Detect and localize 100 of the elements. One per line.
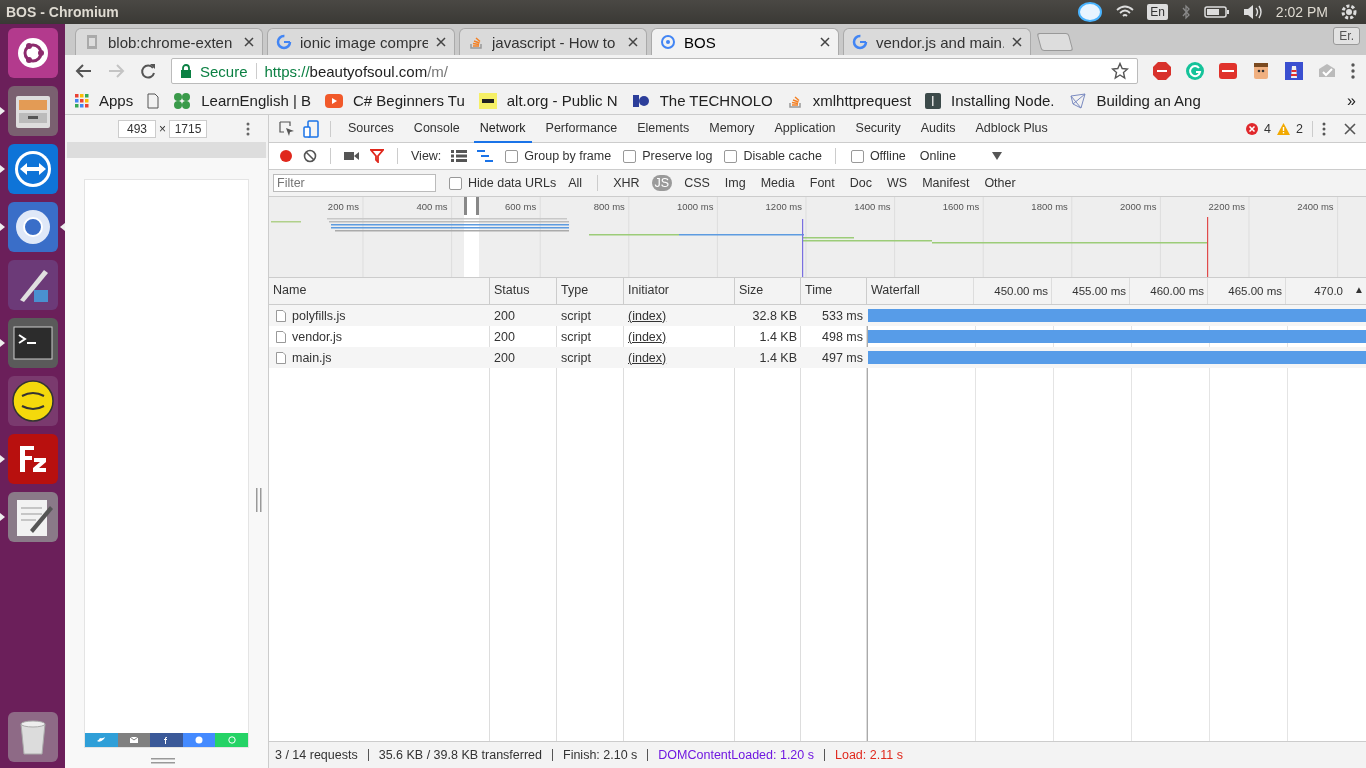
checkbox-square[interactable] [449,176,462,190]
column-header[interactable]: Status [490,278,557,304]
waterfall-view-icon[interactable] [477,150,494,162]
checkbox-label[interactable]: Hide data URLs [468,176,557,190]
filter-field[interactable]: Filter [273,174,436,192]
browser-tab[interactable]: BOS [651,28,839,55]
bookmark[interactable]: Building an Ang [1068,91,1201,110]
browser-tab[interactable]: javascript - How to [459,28,647,55]
browser-tab[interactable]: vendor.js and main. [843,28,1031,55]
resource-type-filter[interactable]: Other [981,175,1019,191]
dropdown-arrow-icon[interactable] [991,152,1002,160]
resource-type-filter[interactable]: Media [757,175,798,191]
warning-count[interactable]: 2 [1296,121,1303,136]
checkbox-square[interactable] [623,149,637,163]
devtools-tab[interactable]: Elements [631,114,696,143]
initiator-link[interactable]: (index) [628,329,667,344]
devtools-tab[interactable]: Memory [703,114,761,143]
share-button[interactable] [182,733,216,747]
resource-type-filter[interactable]: Img [721,175,749,191]
record-button-icon[interactable] [279,149,293,163]
device-toggle-icon[interactable] [303,119,319,138]
file-name[interactable]: polyfills.js [292,308,346,323]
devtools-tab[interactable]: Application [768,114,842,143]
resource-type-filter[interactable]: All [565,175,586,191]
devtools-tab[interactable]: Sources [342,114,400,143]
error-icon[interactable] [1246,122,1259,135]
launcher-item[interactable] [0,202,65,252]
initiator-link[interactable]: (index) [628,350,667,365]
bookmark[interactable]: Installing Node. [925,92,1055,109]
checkbox-label[interactable]: Disable cache [743,149,822,163]
filter-icon[interactable] [370,149,384,163]
column-header[interactable]: Initiator [624,278,735,304]
more-bookmarks-button[interactable]: » [1347,91,1356,110]
checkbox[interactable]: Offline [850,149,906,163]
share-button[interactable] [117,733,151,747]
close-icon[interactable] [1344,122,1356,135]
bookmark[interactable] [147,92,160,109]
bookmark[interactable]: C# Beginners Tu [325,92,465,109]
face-icon[interactable] [1251,61,1271,81]
clock[interactable]: 2:02 PM [1275,4,1328,20]
checkbox-square[interactable] [505,149,519,163]
more-options-icon[interactable] [1322,121,1326,136]
reload-icon[interactable] [139,62,157,80]
checkbox-label[interactable]: Preserve log [642,149,713,163]
star-icon[interactable] [1111,62,1129,80]
column-header[interactable]: Waterfall [867,278,974,304]
share-button[interactable] [150,733,183,747]
checkbox-square[interactable] [850,149,864,163]
close-icon[interactable] [244,37,254,47]
bookmark[interactable]: xmlhttprequest [786,92,912,109]
table-cell[interactable]: polyfills.js [269,308,490,323]
menu-icon[interactable] [1350,62,1356,80]
power-icon[interactable] [1340,3,1358,21]
file-name[interactable]: vendor.js [292,329,343,344]
devtools-tab[interactable]: Performance [539,114,624,143]
column-header[interactable]: Name [269,278,490,304]
battery-icon[interactable] [1203,5,1230,19]
resource-type-filter[interactable]: Manifest [919,175,973,191]
close-icon[interactable] [436,37,446,47]
column-header[interactable]: Size [735,278,801,304]
close-icon[interactable] [820,37,830,47]
devtools-tab[interactable]: Adblock Plus [969,114,1054,143]
cloud-icon[interactable] [1077,2,1104,22]
list-view-icon[interactable] [451,150,468,162]
table-cell[interactable]: main.js [269,350,490,365]
devtools-tab[interactable]: Audits [914,114,962,143]
cors-extension-icon[interactable] [1218,61,1238,81]
lighthouse-icon[interactable] [1284,61,1304,81]
width-field[interactable]: 493 [118,119,156,138]
bookmark[interactable]: alt.org - Public N [478,92,618,109]
checkbox[interactable]: Hide data URLs [449,176,557,190]
volume-icon[interactable] [1241,4,1264,20]
column-header[interactable]: Time [801,278,867,304]
resource-type-filter[interactable]: XHR [610,175,643,191]
video-camera-icon[interactable] [344,150,360,162]
resource-type-filter[interactable]: Doc [846,175,875,191]
close-icon[interactable] [628,37,638,47]
checkbox-square[interactable] [724,149,738,163]
resize-handle-icon[interactable] [151,758,175,764]
sort-indicator[interactable]: ▲ [1354,284,1364,295]
close-icon[interactable] [1012,37,1022,47]
timeline-overview[interactable]: 200 ms 400 ms 600 ms 800 ms 1000 ms 1200 ms 1400 ms 1600 ms 1800 ms 2000 ms 2200 ms 2400 ms [269,197,1366,278]
browser-tab[interactable]: blob:chrome-exten [75,28,263,55]
bookmark[interactable]: LearnEnglish | B [173,91,311,110]
devtools-tab[interactable]: Console [407,114,466,143]
height-field[interactable]: 1715 [169,119,207,138]
resource-type-filter[interactable]: CSS [681,175,713,191]
grammar-check-icon[interactable] [1185,61,1205,81]
resource-type-filter[interactable]: Font [806,175,838,191]
address-bar[interactable]: Secure https://beautyofsoul.com/m/ [171,58,1138,84]
checkbox[interactable]: Preserve log [623,149,713,163]
resource-type-filter[interactable]: WS [884,175,911,191]
back-arrow-icon[interactable] [75,63,93,79]
keyboard-layout-indicator[interactable]: En [1147,4,1168,20]
devtools-tab[interactable]: Security [849,114,907,143]
bookmark[interactable]: Apps [75,92,134,109]
checkbox[interactable]: Group by frame [505,149,612,163]
element-picker-icon[interactable] [279,120,295,137]
checkbox[interactable]: Disable cache [724,149,822,163]
devtools-tab[interactable]: Network [473,114,532,143]
